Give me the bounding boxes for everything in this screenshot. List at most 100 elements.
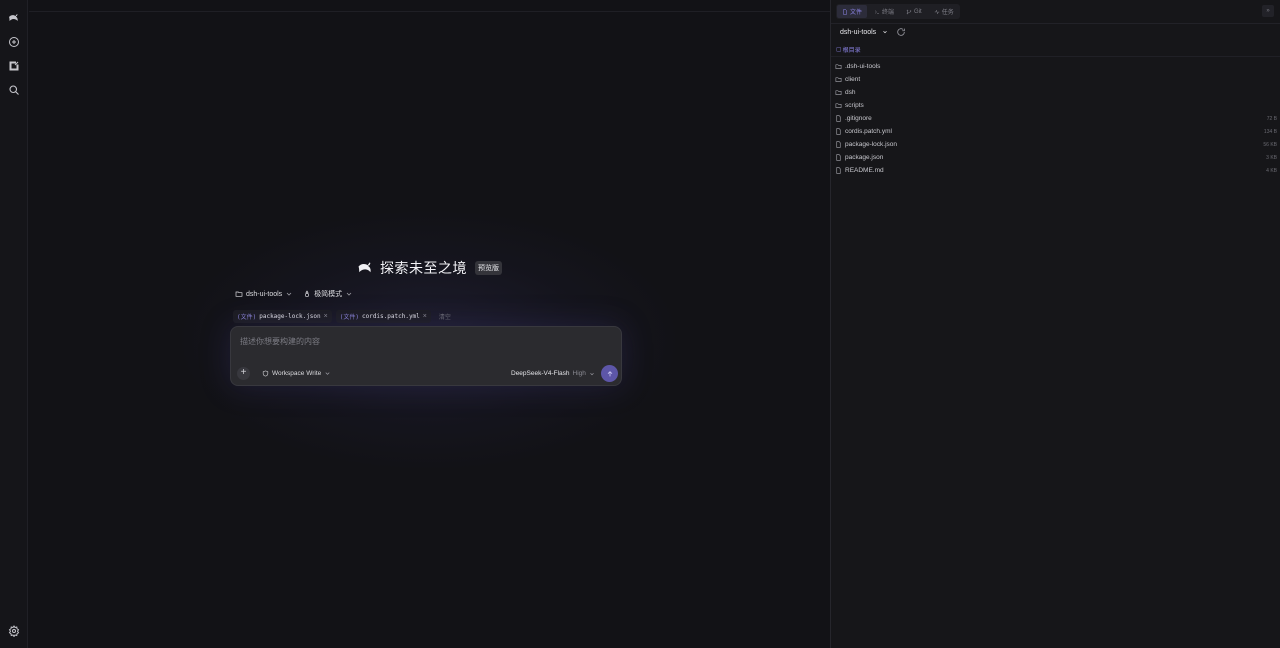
mode-selector[interactable]: 极简模式 (303, 289, 353, 299)
attachment-chip[interactable]: (文件) package-lock.json × (233, 310, 332, 323)
folder-icon (835, 103, 842, 108)
file-size: 3 KB (1266, 154, 1277, 161)
file-row[interactable]: README.md 4 KB (831, 164, 1280, 177)
folder-row[interactable]: dsh (831, 86, 1280, 99)
model-selector[interactable]: DeepSeek-V4-Flash High (511, 370, 595, 377)
chevron-down-icon (883, 30, 887, 34)
file-icon (836, 141, 841, 148)
add-attachment-button[interactable]: + (237, 367, 250, 380)
search-icon[interactable] (7, 83, 21, 97)
repo-name: dsh-ui-tools (840, 28, 877, 36)
compose-icon[interactable] (7, 59, 21, 73)
chip-filename: cordis.patch.yml (361, 313, 420, 320)
chip-tag: (文件) (339, 314, 359, 321)
panel-tabs: 文件 终端 Git 任务 (836, 4, 960, 19)
context-row: dsh-ui-tools 极简模式 (235, 289, 353, 299)
file-name: .gitignore (845, 115, 872, 122)
file-name: cordis.patch.yml (845, 128, 892, 135)
brand-logo-icon (358, 262, 371, 273)
file-row[interactable]: cordis.patch.yml 134 B (831, 125, 1280, 138)
file-size: 4 KB (1266, 167, 1277, 174)
file-name: package-lock.json (845, 141, 898, 148)
git-icon (906, 9, 912, 14)
panel-divider (831, 23, 1280, 24)
root-directory-label: 根目录 (842, 48, 861, 54)
new-chat-icon[interactable] (7, 35, 21, 49)
project-selector[interactable]: dsh-ui-tools (235, 290, 293, 298)
hero: 探索未至之境 预览版 (29, 258, 830, 278)
folder-row[interactable]: client (831, 73, 1280, 86)
panel-collapse-button[interactable]: » (1262, 5, 1274, 17)
tab-label: 终端 (882, 10, 895, 16)
app-root: 探索未至之境 预览版 dsh-ui-tools 极简模式 (文件) packag… (0, 0, 1280, 648)
file-size: 56 KB (1263, 141, 1277, 148)
tab-label: Git (914, 8, 922, 15)
permission-selector[interactable]: Workspace Write (262, 370, 331, 377)
logo-icon[interactable] (7, 11, 21, 25)
mode-icon (305, 290, 310, 297)
folder-icon (835, 77, 842, 82)
file-size: 134 B (1263, 128, 1277, 135)
repo-row: dsh-ui-tools (838, 27, 906, 37)
close-icon[interactable]: × (324, 313, 328, 320)
chevron-down-icon (286, 292, 292, 296)
settings-icon[interactable] (7, 624, 21, 638)
chevron-down-icon (346, 292, 352, 296)
task-icon (934, 9, 939, 14)
tab-terminal[interactable]: 终端 (869, 5, 899, 18)
root-folder-icon: ▢ (836, 47, 842, 53)
top-divider (29, 11, 830, 12)
file-name: package.json (845, 154, 884, 161)
file-row[interactable]: .gitignore 72 B (831, 112, 1280, 125)
folder-row[interactable]: .dsh-ui-tools (831, 60, 1280, 73)
close-icon[interactable]: × (423, 313, 427, 320)
attachment-chip[interactable]: (文件) cordis.patch.yml × (335, 310, 431, 323)
file-name: scripts (845, 102, 864, 109)
shield-icon (262, 370, 269, 377)
file-icon (836, 167, 841, 174)
folder-row[interactable]: scripts (831, 99, 1280, 112)
model-name: DeepSeek-V4-Flash (511, 370, 570, 377)
folder-icon (235, 291, 243, 297)
root-directory-link[interactable]: ▢ 根目录 (836, 45, 861, 54)
attachment-chips: (文件) package-lock.json × (文件) cordis.pat… (233, 310, 451, 323)
file-size: 72 B (1266, 115, 1277, 122)
tab-label: 文件 (850, 10, 863, 16)
tab-label: 任务 (941, 10, 954, 16)
file-tree: .dsh-ui-tools client dsh scripts .gitign (831, 60, 1280, 177)
file-icon (836, 115, 841, 122)
arrow-up-icon (607, 370, 612, 376)
file-name: client (845, 76, 861, 83)
file-icon (836, 128, 841, 135)
panel-divider (831, 56, 1280, 57)
terminal-icon (874, 9, 880, 14)
chip-tag: (文件) (237, 314, 257, 321)
tab-files[interactable]: 文件 (837, 5, 868, 18)
project-name: dsh-ui-tools (246, 290, 283, 298)
refresh-icon[interactable] (896, 27, 906, 37)
prompt-input[interactable]: 描述你想要构建的内容 (240, 336, 320, 347)
tab-tasks[interactable]: 任务 (929, 5, 959, 18)
mode-label: 极简模式 (314, 291, 343, 298)
send-button[interactable] (601, 365, 618, 382)
composer: 描述你想要构建的内容 + Workspace Write DeepSeek-V4… (230, 326, 622, 386)
left-rail (0, 0, 28, 648)
chevron-down-icon (325, 372, 330, 375)
file-icon (843, 8, 847, 15)
preview-badge: 预览版 (475, 261, 502, 275)
file-row[interactable]: package.json 3 KB (831, 151, 1280, 164)
repo-selector[interactable]: dsh-ui-tools (838, 28, 890, 37)
file-panel: 文件 终端 Git 任务 » dsh-ui-tools ▢ 根目录 .dsh-u… (830, 0, 1280, 648)
chevron-down-icon (590, 372, 594, 375)
permission-label: Workspace Write (272, 370, 322, 377)
effort-level: High (572, 370, 586, 377)
file-name: README.md (845, 167, 884, 174)
clear-attachments-button[interactable]: 清空 (439, 312, 451, 321)
file-row[interactable]: package-lock.json 56 KB (831, 138, 1280, 151)
file-icon (836, 154, 841, 161)
folder-icon (835, 90, 842, 95)
file-name: .dsh-ui-tools (845, 63, 881, 70)
tab-git[interactable]: Git (901, 5, 927, 18)
file-name: dsh (845, 89, 856, 96)
main-area: 探索未至之境 预览版 dsh-ui-tools 极简模式 (文件) packag… (29, 0, 830, 648)
